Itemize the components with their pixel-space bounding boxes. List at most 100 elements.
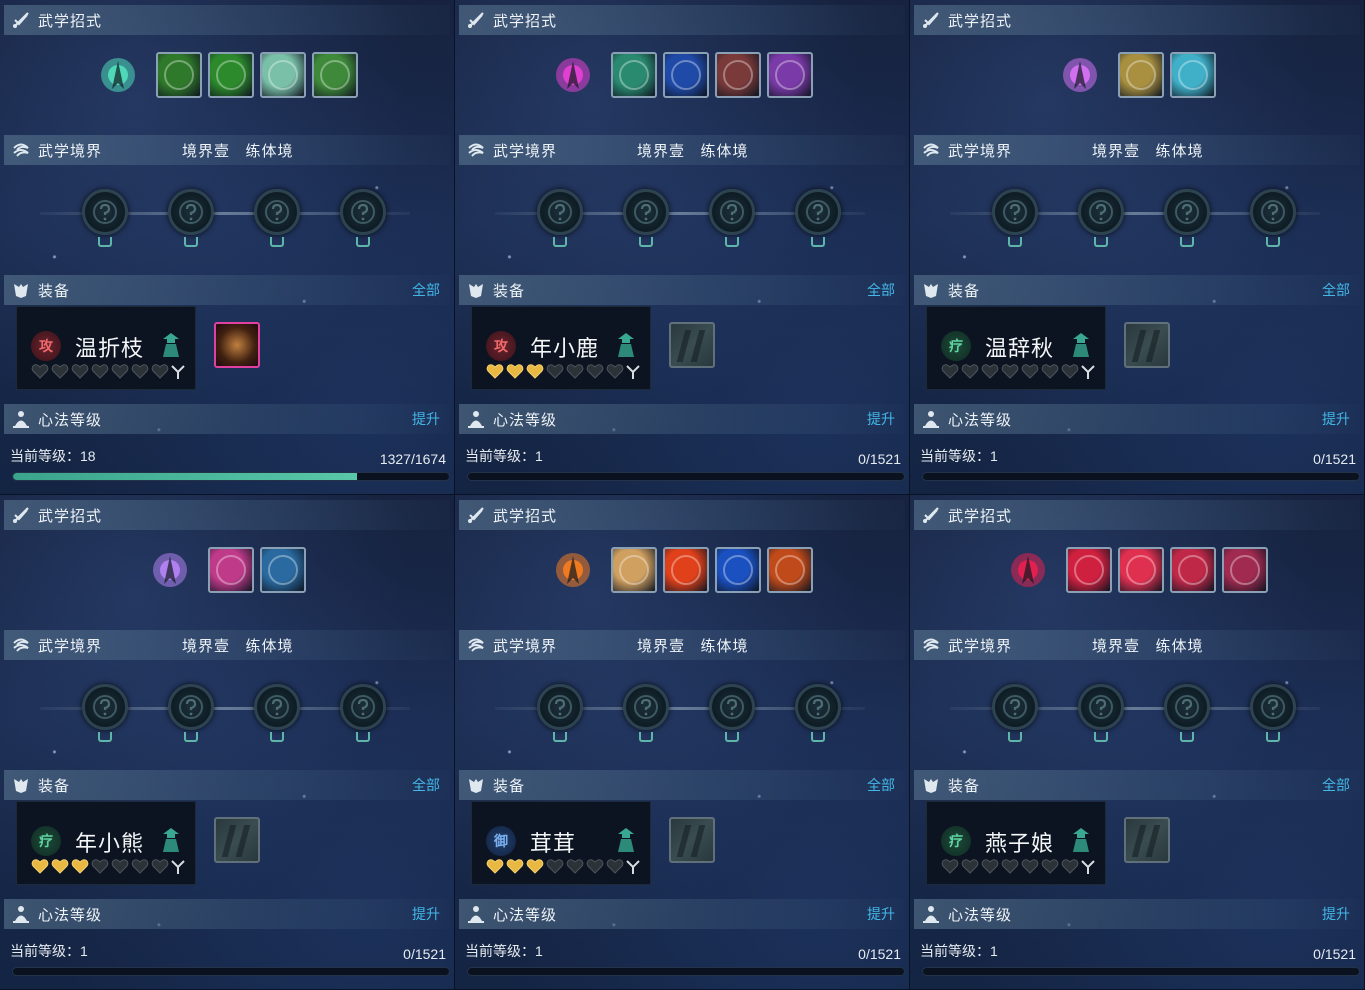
equipment-slot[interactable]	[1124, 817, 1170, 863]
skill-icon[interactable]	[1170, 547, 1216, 593]
character-card[interactable]: 攻 温折枝	[16, 306, 196, 390]
equip-all-link[interactable]: 全部	[412, 280, 440, 300]
equip-all-link[interactable]: 全部	[1322, 775, 1350, 795]
equip-title: 装备	[493, 777, 526, 795]
main-skill-icon[interactable]	[551, 548, 595, 592]
heart-empty-icon	[1061, 364, 1079, 379]
realm-node[interactable]	[992, 684, 1038, 730]
main-skill-icon[interactable]	[551, 53, 595, 97]
realm-node[interactable]	[623, 684, 669, 730]
skill-icon[interactable]	[715, 547, 761, 593]
realm-node[interactable]	[1250, 189, 1296, 235]
upgrade-link[interactable]: 提升	[412, 904, 440, 924]
realm-node[interactable]	[82, 684, 128, 730]
star-rating	[486, 363, 624, 379]
upgrade-link[interactable]: 提升	[412, 409, 440, 429]
main-skill-icon[interactable]	[1058, 53, 1102, 97]
realm-node[interactable]	[795, 189, 841, 235]
skills-header: 武学招式	[4, 5, 450, 35]
skill-icon[interactable]	[260, 547, 306, 593]
skill-icon[interactable]	[208, 52, 254, 98]
equip-all-link[interactable]: 全部	[412, 775, 440, 795]
realm-node[interactable]	[709, 684, 755, 730]
skill-icon[interactable]	[1118, 547, 1164, 593]
exp-value: 1327/1674	[379, 451, 446, 467]
equipment-slot[interactable]	[1124, 322, 1170, 368]
equip-all-link[interactable]: 全部	[867, 775, 895, 795]
heart-empty-icon	[586, 364, 604, 379]
heart-empty-icon	[71, 364, 89, 379]
character-card[interactable]: 疗 温辞秋	[926, 306, 1106, 390]
realm-node[interactable]	[168, 684, 214, 730]
skills-title: 武学招式	[493, 12, 558, 30]
realm-node[interactable]	[1078, 189, 1124, 235]
mind-title: 心法等级	[493, 411, 558, 429]
skill-icon[interactable]	[1118, 52, 1164, 98]
character-card[interactable]: 攻 年小鹿	[471, 306, 651, 390]
realm-node[interactable]	[254, 684, 300, 730]
realm-node[interactable]	[992, 189, 1038, 235]
realm-node[interactable]	[709, 189, 755, 235]
realm-node[interactable]	[340, 189, 386, 235]
weapon-icon	[626, 860, 640, 874]
realm-node[interactable]	[1250, 684, 1296, 730]
character-card[interactable]: 疗 燕子娘	[926, 801, 1106, 885]
realm-node[interactable]	[168, 189, 214, 235]
upgrade-link[interactable]: 提升	[867, 904, 895, 924]
skill-icon[interactable]	[1222, 547, 1268, 593]
realm-node-marker	[725, 732, 739, 742]
realm-node[interactable]	[340, 684, 386, 730]
realm-node[interactable]	[795, 684, 841, 730]
realm-node[interactable]	[254, 189, 300, 235]
equip-all-link[interactable]: 全部	[867, 280, 895, 300]
main-skill-icon[interactable]	[148, 548, 192, 592]
realm-header: 武学境界 境界壹 练体境	[459, 135, 905, 165]
realm-node-marker	[553, 732, 567, 742]
skill-icon[interactable]	[1066, 547, 1112, 593]
current-level: 当前等级：1	[920, 448, 998, 464]
equipment-item-icon[interactable]	[214, 322, 260, 368]
upgrade-link[interactable]: 提升	[867, 409, 895, 429]
skills-header: 武学招式	[914, 5, 1360, 35]
skill-icon[interactable]	[1170, 52, 1216, 98]
character-card[interactable]: 疗 年小熊	[16, 801, 196, 885]
equipment-slot[interactable]	[214, 817, 260, 863]
main-skill-icon[interactable]	[1006, 548, 1050, 592]
skill-icon[interactable]	[767, 547, 813, 593]
skill-icon[interactable]	[767, 52, 813, 98]
heart-empty-icon	[566, 859, 584, 874]
skill-icon[interactable]	[663, 547, 709, 593]
weapon-icon	[1081, 860, 1095, 874]
character-card[interactable]: 御 茸茸	[471, 801, 651, 885]
realm-node[interactable]	[82, 189, 128, 235]
realm-title: 武学境界	[948, 637, 1013, 655]
realm-node[interactable]	[1078, 684, 1124, 730]
realm-node[interactable]	[1164, 684, 1210, 730]
heart-empty-icon	[1021, 859, 1039, 874]
skill-icon[interactable]	[312, 52, 358, 98]
realm-node[interactable]	[623, 189, 669, 235]
character-figure-icon	[163, 333, 179, 357]
skill-icon[interactable]	[260, 52, 306, 98]
swirl-icon	[465, 634, 487, 656]
skill-icon[interactable]	[156, 52, 202, 98]
realm-node[interactable]	[537, 189, 583, 235]
equipment-slot[interactable]	[669, 322, 715, 368]
realm-node[interactable]	[537, 684, 583, 730]
equip-all-link[interactable]: 全部	[1322, 280, 1350, 300]
equipment-slot[interactable]	[669, 817, 715, 863]
character-figure-icon	[1073, 333, 1089, 357]
realm-title: 武学境界	[38, 142, 103, 160]
skill-icon[interactable]	[715, 52, 761, 98]
upgrade-link[interactable]: 提升	[1322, 409, 1350, 429]
skill-icon[interactable]	[208, 547, 254, 593]
current-level: 当前等级：18	[10, 448, 96, 464]
main-skill-icon[interactable]	[96, 53, 140, 97]
skill-row	[455, 52, 909, 98]
heart-empty-icon	[1001, 859, 1019, 874]
skill-icon[interactable]	[611, 547, 657, 593]
skill-icon[interactable]	[611, 52, 657, 98]
skill-icon[interactable]	[663, 52, 709, 98]
upgrade-link[interactable]: 提升	[1322, 904, 1350, 924]
realm-node[interactable]	[1164, 189, 1210, 235]
